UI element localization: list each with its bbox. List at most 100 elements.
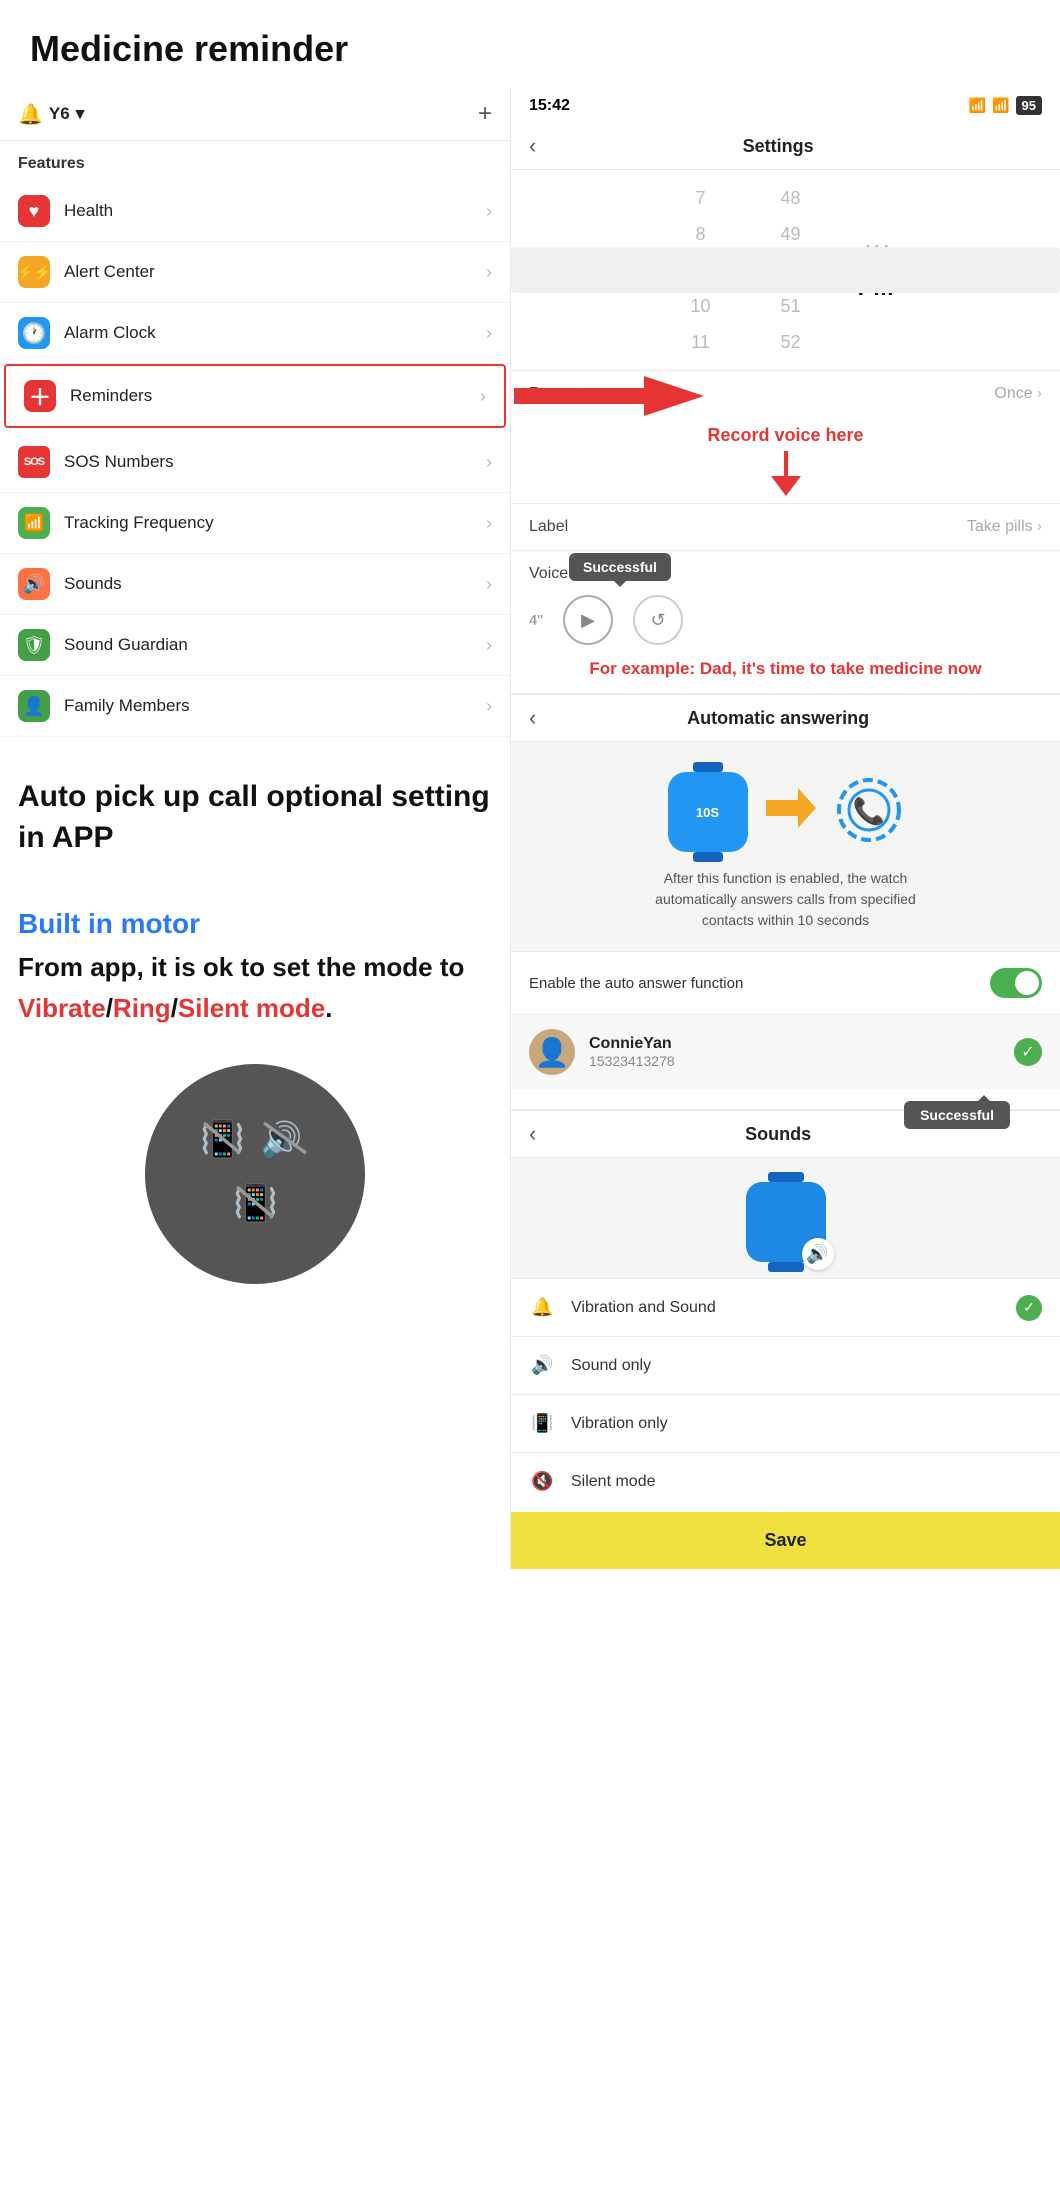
- avatar-face-icon: 👤: [535, 1036, 570, 1069]
- family-members-icon: 👤: [18, 690, 50, 722]
- watch-arrow-row: 10S 📞: [668, 772, 904, 852]
- settings-nav: ‹ Settings: [511, 123, 1060, 170]
- health-label: Health: [64, 201, 486, 221]
- svg-text:🔔: 🔔: [531, 1297, 553, 1317]
- hours-column[interactable]: 6 7 8 9 10 11 12: [656, 170, 746, 370]
- sounds-back-button[interactable]: ‹: [529, 1121, 536, 1147]
- am-option[interactable]: AM: [862, 236, 889, 268]
- example-text: For example: Dad, it's time to take medi…: [511, 659, 1060, 693]
- bell-icon: 🔔: [18, 102, 43, 127]
- yellow-arrow-icon: [766, 788, 816, 837]
- contact-phone: 15323413278: [589, 1053, 1014, 1069]
- label-row[interactable]: Label Take pills ›: [511, 503, 1060, 550]
- menu-item-alarm-clock[interactable]: 🕐 Alarm Clock ›: [0, 303, 510, 364]
- reminders-icon: ＋: [24, 380, 56, 412]
- hour-10: 10: [656, 290, 746, 322]
- reminders-arrow: [514, 376, 704, 416]
- auto-answer-title: Automatic answering: [550, 708, 1006, 729]
- reminders-chevron: ›: [480, 386, 486, 407]
- app-top-bar: 🔔 Y6 ▾ +: [0, 88, 510, 141]
- back-button[interactable]: ‹: [529, 133, 536, 159]
- repeat-chevron: ›: [1037, 385, 1042, 403]
- sos-icon: SOS: [18, 446, 50, 478]
- sound-option-silent-mode[interactable]: 🔇 Silent mode: [511, 1452, 1060, 1510]
- voice-duration: 4'': [529, 612, 543, 629]
- auto-answer-toggle[interactable]: [990, 968, 1042, 998]
- sos-label: SOS Numbers: [64, 452, 486, 472]
- time-picker[interactable]: 6 7 8 9 10 11 12 47 48 49 50 51 52 53: [511, 170, 1060, 370]
- menu-item-alert-center[interactable]: ⚡⚡ Alert Center ›: [0, 242, 510, 303]
- family-members-label: Family Members: [64, 696, 486, 716]
- pm-option-selected[interactable]: PM: [858, 272, 894, 304]
- min-47: 47: [746, 170, 836, 178]
- right-column: 15:42 📶 📶 95 ‹ Settings 6 7 8 9: [510, 88, 1060, 1569]
- status-bar: 15:42 📶 📶 95: [511, 88, 1060, 123]
- sos-chevron: ›: [486, 452, 492, 473]
- replay-button[interactable]: ↺: [633, 595, 683, 645]
- hour-12: 12: [656, 362, 746, 370]
- play-button[interactable]: ▶: [563, 595, 613, 645]
- voice-note-area: Voice note Successful 4'' ▶ ↺: [511, 550, 1060, 659]
- slash2: /: [171, 993, 178, 1023]
- menu-item-sounds[interactable]: 🔊 Sounds ›: [0, 554, 510, 615]
- vibrate-mode: Vibrate: [18, 993, 106, 1023]
- speaker-strikethrough-icon: 🔊: [260, 1115, 310, 1169]
- repeat-value: Once ›: [994, 385, 1042, 403]
- voice-tooltip: Successful: [569, 553, 671, 581]
- health-chevron: ›: [486, 201, 492, 222]
- auto-answer-back-button[interactable]: ‹: [529, 705, 536, 731]
- dropdown-icon: ▾: [76, 104, 85, 124]
- mute-icons-group: 📳 🔊 📳: [200, 1115, 310, 1233]
- ampm-column[interactable]: AM PM: [836, 170, 916, 370]
- vibrate-strikethrough-icon: 📳: [200, 1115, 244, 1169]
- sound-only-icon: 🔊: [529, 1351, 557, 1380]
- hour-11: 11: [656, 326, 746, 358]
- sound-option-vibration-and-sound[interactable]: 🔔 Vibration and Sound ✓: [511, 1278, 1060, 1336]
- health-icon: ♥: [18, 195, 50, 227]
- alert-center-label: Alert Center: [64, 262, 486, 282]
- tracking-frequency-label: Tracking Frequency: [64, 513, 486, 533]
- contact-row: 👤 ConnieYan 15323413278 ✓ Successful: [511, 1014, 1060, 1089]
- alarm-clock-chevron: ›: [486, 323, 492, 344]
- label-value-text: Take pills: [967, 518, 1033, 536]
- svg-text:📞: 📞: [852, 794, 885, 826]
- menu-item-tracking-frequency[interactable]: 📶 Tracking Frequency ›: [0, 493, 510, 554]
- tracking-frequency-chevron: ›: [486, 513, 492, 534]
- save-button[interactable]: Save: [511, 1512, 1060, 1569]
- left-column: 🔔 Y6 ▾ + Features ♥ Health › ⚡⚡ Alert Ce…: [0, 88, 510, 1569]
- device-name[interactable]: 🔔 Y6 ▾: [18, 102, 84, 127]
- page-title: Medicine reminder: [0, 0, 1060, 88]
- sound-option-sound-only[interactable]: 🔊 Sound only: [511, 1336, 1060, 1394]
- svg-text:📳: 📳: [531, 1412, 553, 1433]
- phone-ring-icon: 📞: [834, 775, 904, 850]
- sound-option-vibration-only[interactable]: 📳 Vibration only: [511, 1394, 1060, 1452]
- vibrate2-icon: 📳: [233, 1179, 277, 1233]
- ring-mode: Ring: [113, 993, 171, 1023]
- sounds-label: Sounds: [64, 574, 486, 594]
- menu-item-reminders[interactable]: ＋ Reminders ›: [4, 364, 506, 428]
- menu-item-sos-numbers[interactable]: SOS SOS Numbers ›: [0, 432, 510, 493]
- auto-pickup-title: Auto pick up call optional setting in AP…: [18, 777, 492, 858]
- add-button[interactable]: +: [478, 100, 492, 128]
- status-icons: 📶 📶 95: [969, 96, 1042, 115]
- minutes-column[interactable]: 47 48 49 50 51 52 53: [746, 170, 836, 370]
- silent-mode-text: Silent mode: [178, 993, 325, 1023]
- voice-controls: Successful 4'' ▶ ↺: [529, 595, 1042, 645]
- wifi-icon: 📶: [992, 97, 1009, 114]
- alarm-clock-icon: 🕐: [18, 317, 50, 349]
- settings-title: Settings: [550, 136, 1006, 157]
- sound-only-label: Sound only: [571, 1357, 1042, 1375]
- contact-name: ConnieYan: [589, 1035, 1014, 1053]
- repeat-value-text: Once: [994, 385, 1032, 403]
- menu-item-family-members[interactable]: 👤 Family Members ›: [0, 676, 510, 737]
- motor-modes: Vibrate/Ring/Silent mode.: [18, 993, 492, 1024]
- menu-item-sound-guardian[interactable]: 🛡 Sound Guardian ›: [0, 615, 510, 676]
- sound-guardian-icon: 🛡: [18, 629, 50, 661]
- vibration-sound-icon: 🔔: [529, 1293, 557, 1322]
- svg-text:🔇: 🔇: [531, 1470, 553, 1491]
- battery-badge: 95: [1016, 96, 1042, 115]
- menu-item-health[interactable]: ♥ Health ›: [0, 181, 510, 242]
- features-section-header: Features: [0, 141, 510, 181]
- slash1: /: [106, 993, 113, 1023]
- sound-badge-icon: 🔊: [802, 1238, 834, 1270]
